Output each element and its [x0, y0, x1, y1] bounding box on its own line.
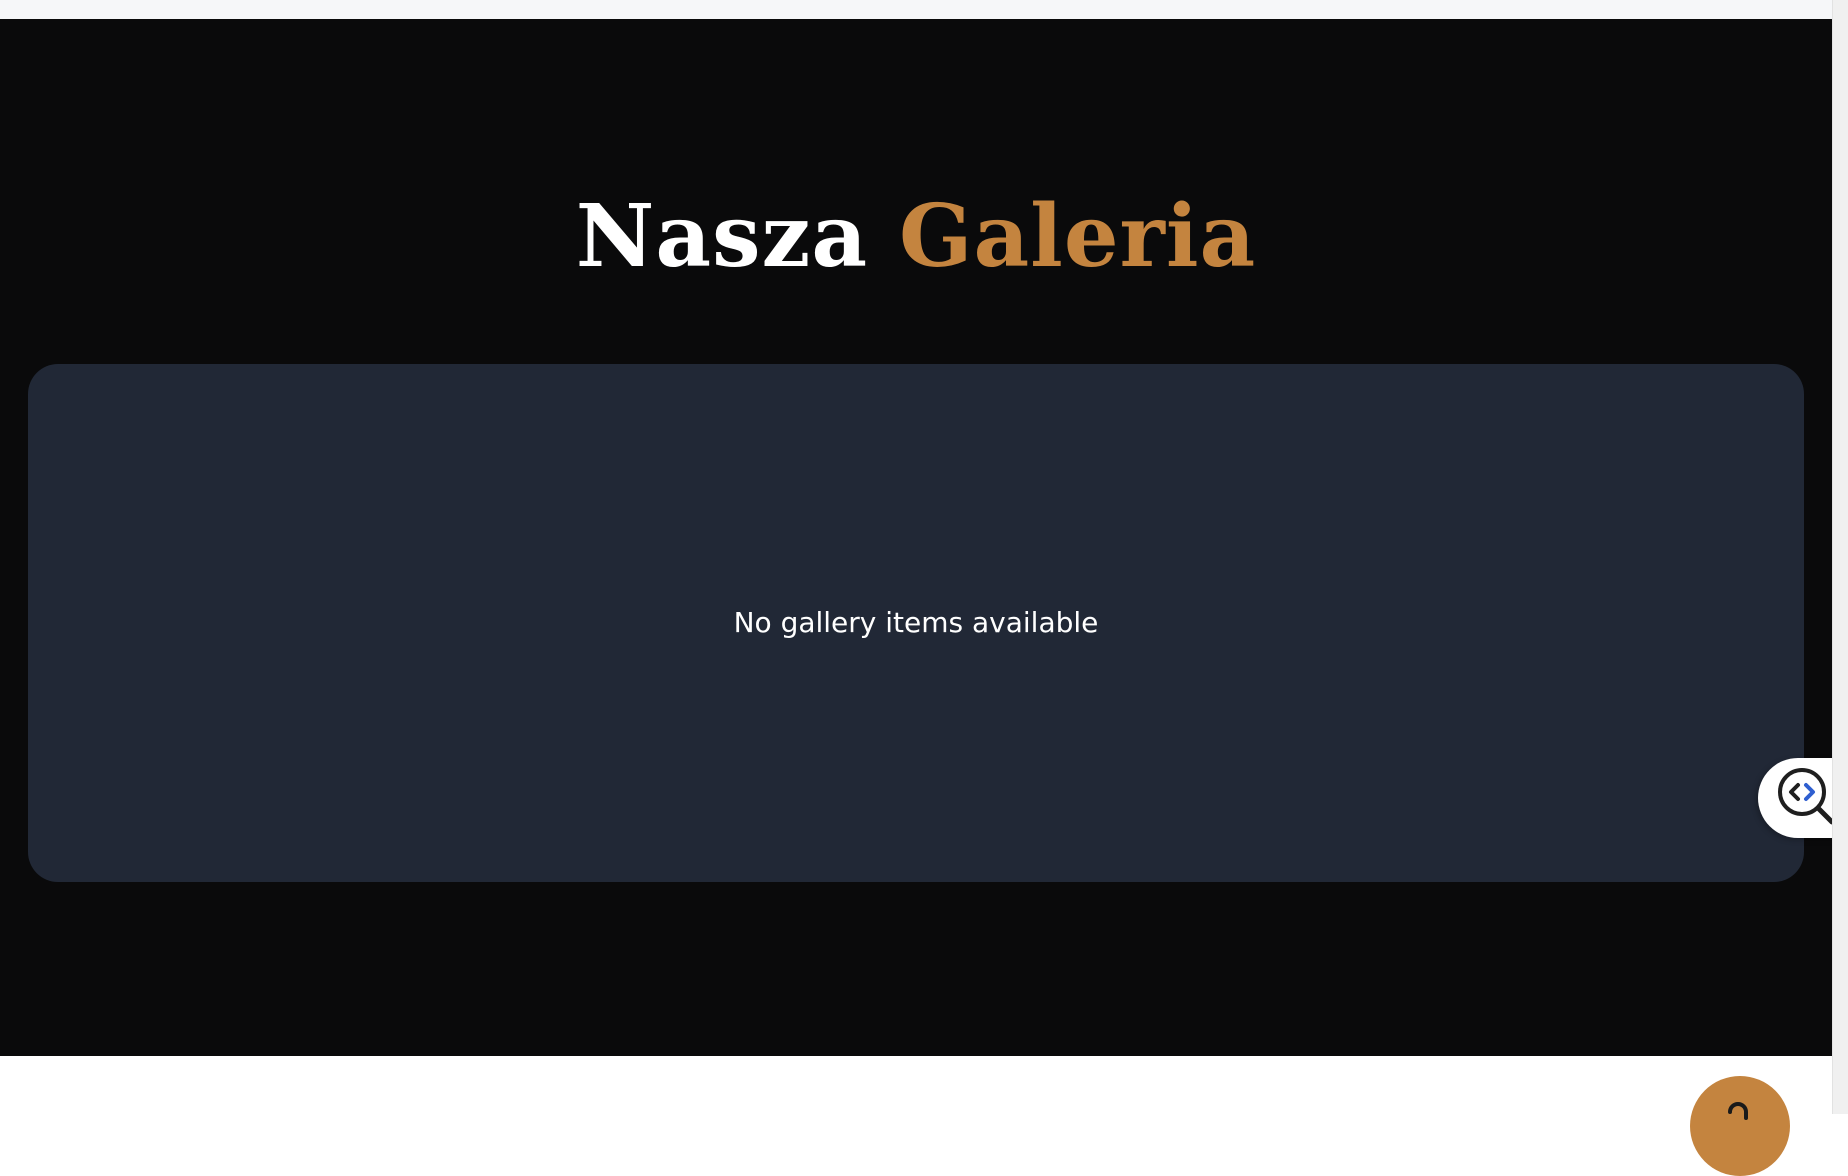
- top-strip: [0, 0, 1832, 19]
- gallery-title: Nasza Galeria: [0, 187, 1832, 287]
- chat-button[interactable]: [1690, 1076, 1790, 1176]
- gallery-section: Nasza Galeria No gallery items available: [0, 19, 1832, 1056]
- scrollbar[interactable]: [1832, 0, 1848, 1114]
- gallery-panel: No gallery items available: [28, 364, 1804, 882]
- gallery-title-main: Nasza: [575, 186, 869, 287]
- gallery-title-accent: Galeria: [899, 186, 1257, 287]
- empty-gallery-message: No gallery items available: [733, 605, 1099, 639]
- chat-icon: [1728, 1102, 1748, 1120]
- code-search-icon: [1778, 768, 1835, 825]
